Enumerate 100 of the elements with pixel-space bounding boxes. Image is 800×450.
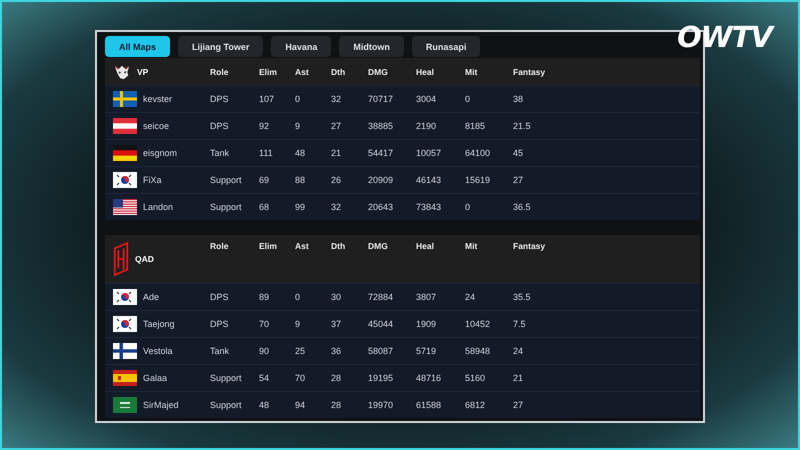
flag-icon <box>113 145 137 161</box>
table-cell-text: 2190 <box>416 121 438 131</box>
player-name: eisgnom <box>143 148 178 158</box>
flag-icon <box>113 316 137 332</box>
table-cell-text: 10057 <box>416 148 442 158</box>
table-cell-text: 0 <box>295 94 302 104</box>
map-tab[interactable]: Midtown <box>339 36 404 57</box>
table-cell-text: 5160 <box>465 373 486 383</box>
table-cell-text: 20643 <box>368 202 394 212</box>
map-tab[interactable]: Havana <box>271 36 332 57</box>
team-name: QAD <box>135 254 154 264</box>
column-header: Fantasy <box>513 240 546 251</box>
table-cell-text: 89 <box>259 292 270 302</box>
table-cell-text: 58948 <box>465 346 492 356</box>
player-name: Galaa <box>143 373 168 383</box>
table-cell-text: 32 <box>331 94 342 104</box>
table-cell-text: 27 <box>513 400 524 410</box>
table-cell-text: 19195 <box>368 373 394 383</box>
table-cell-text: 19970 <box>368 400 394 410</box>
table-cell-text: 24 <box>513 346 524 356</box>
column-header: Role <box>210 66 230 76</box>
table-cell-text: 8185 <box>465 121 486 131</box>
table-cell-text: 72884 <box>368 292 394 302</box>
table-cell-text: Support <box>210 202 243 212</box>
table-cell-text: 28 <box>331 400 342 410</box>
table-cell-text: 92 <box>259 121 270 131</box>
table-cell-text: 37 <box>331 319 342 329</box>
table-cell-text: 64100 <box>465 148 492 158</box>
table-cell-text: 30 <box>331 292 342 302</box>
table-cell-text: 38 <box>513 94 524 104</box>
table-cell-text: 26 <box>331 175 342 185</box>
player-name: FiXa <box>143 175 162 185</box>
column-header: Ast <box>295 240 310 251</box>
table-cell-text: Support <box>210 373 243 383</box>
table-cell-text: 0 <box>465 202 472 212</box>
map-tab[interactable]: All Maps <box>105 36 170 57</box>
flag-icon <box>113 199 137 215</box>
flag-icon <box>113 343 137 359</box>
table-cell-text: 73843 <box>416 202 442 212</box>
column-header: DMG <box>368 240 389 251</box>
column-header: Elim <box>259 66 278 76</box>
table-cell-text: 6812 <box>465 400 486 410</box>
table-cell-text: 24 <box>465 292 476 302</box>
table-cell-text: 38885 <box>368 121 394 131</box>
table-cell-text: 70 <box>295 373 306 383</box>
table-cell-text: 5719 <box>416 346 438 356</box>
table-cell-text: 7.5 <box>513 319 527 329</box>
column-header: Mit <box>465 66 478 76</box>
table-cell-text: DPS <box>210 319 230 329</box>
table-cell-text: 48716 <box>416 373 442 383</box>
table-cell-text: 58087 <box>368 346 394 356</box>
table-cell-text: 1909 <box>416 319 438 329</box>
map-tab[interactable]: Runasapi <box>412 36 480 57</box>
flag-icon <box>113 118 137 134</box>
table-cell-text: 45 <box>513 148 524 158</box>
table-cell-text: 20909 <box>368 175 394 185</box>
player-name: Vestola <box>143 346 173 356</box>
map-tab[interactable]: Lijiang Tower <box>178 36 264 57</box>
table-cell-text: 48 <box>259 400 270 410</box>
table-cell-text: 45044 <box>368 319 394 329</box>
table-cell-text: 36 <box>331 346 342 356</box>
table-cell-text: DPS <box>210 121 230 131</box>
table-cell-text: 107 <box>259 94 276 104</box>
table-cell-text: 9 <box>295 121 302 131</box>
column-header: Elim <box>259 240 278 251</box>
column-header: Dth <box>331 66 346 76</box>
table-cell-text: 0 <box>465 94 472 104</box>
flag-icon <box>113 289 137 305</box>
player-name: Taejong <box>143 319 175 329</box>
table-cell-text: 54 <box>259 373 270 383</box>
player-name: SirMajed <box>143 400 179 410</box>
team-logo-icon <box>113 241 129 277</box>
table-cell-text: 90 <box>259 346 270 356</box>
column-header: Heal <box>416 240 435 251</box>
table-cell-text: 69 <box>259 175 270 185</box>
table-cell-text: 48 <box>295 148 306 158</box>
table-cell-text: 99 <box>295 202 306 212</box>
table-cell-text: 21.5 <box>513 121 532 131</box>
table-cell-text: DPS <box>210 292 230 302</box>
table-cell-text: 21 <box>513 373 524 383</box>
table-cell-text: 111 <box>259 148 274 158</box>
table-cell-text: 88 <box>295 175 306 185</box>
table-cell-text: Support <box>210 400 243 410</box>
table-cell-text: 61588 <box>416 400 442 410</box>
table-cell-text: 21 <box>331 148 342 158</box>
column-header: Fantasy <box>513 66 546 76</box>
column-header: Role <box>210 240 230 251</box>
table-cell-text: 3807 <box>416 292 438 302</box>
table-cell-text: 46143 <box>416 175 442 185</box>
table-cell-text: 3004 <box>416 94 438 104</box>
player-name: seicoe <box>143 121 170 131</box>
flag-icon <box>113 370 137 386</box>
team-name: VP <box>137 66 148 76</box>
table-cell-text: 70717 <box>368 94 394 104</box>
table-cell-text: 27 <box>331 121 342 131</box>
player-name: kevster <box>143 94 172 104</box>
table-cell-text: 70 <box>259 319 270 329</box>
player-name: Ade <box>143 292 160 302</box>
column-header: Dth <box>331 240 346 251</box>
table-cell-text: 10452 <box>465 319 492 329</box>
